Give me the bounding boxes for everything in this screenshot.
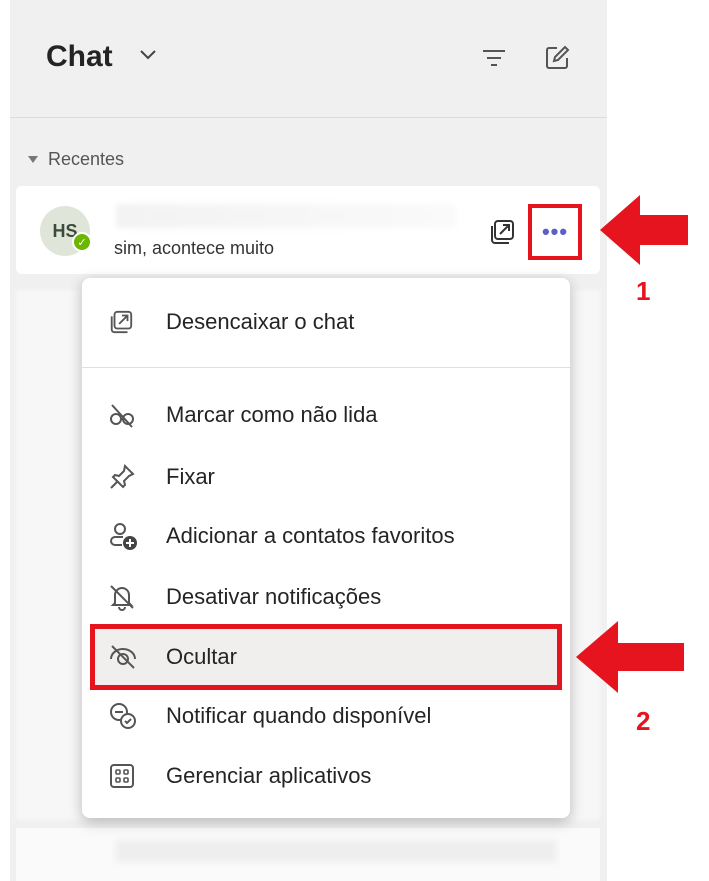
menu-item-add-favorite[interactable]: Adicionar a contatos favoritos (94, 508, 558, 564)
compose-icon[interactable] (543, 44, 571, 72)
pin-icon (110, 463, 135, 489)
menu-item-label: Fixar (166, 464, 215, 489)
annotation-arrow-1 (600, 195, 688, 265)
add-contact-icon (110, 523, 137, 550)
chat-list-item[interactable]: HS ✓ sim, acontece muito ••• (16, 186, 600, 274)
apps-icon (110, 764, 134, 788)
section-label: Recentes (48, 149, 125, 169)
section-recentes[interactable]: Recentes (28, 149, 124, 170)
menu-item-label: Marcar como não lida (166, 402, 378, 427)
bell-off-icon (110, 585, 134, 611)
menu-item-mute[interactable]: Desativar notificações (94, 569, 558, 625)
menu-item-pop-out[interactable]: Desencaixar o chat (94, 294, 558, 350)
pop-out-icon (110, 310, 133, 334)
header-divider (10, 117, 607, 118)
menu-item-hide[interactable]: Ocultar (90, 624, 562, 690)
menu-item-label: Ocultar (166, 644, 237, 669)
menu-item-label: Gerenciar aplicativos (166, 763, 372, 788)
annotation-arrow-2 (576, 621, 684, 693)
chat-name-blurred (116, 204, 456, 228)
chat-preview: sim, acontece muito (114, 238, 275, 258)
menu-item-mark-unread[interactable]: Marcar como não lida (94, 387, 558, 443)
page-title: Chat (46, 40, 113, 73)
menu-item-pin[interactable]: Fixar (94, 449, 558, 505)
chat-name-blurred (116, 840, 556, 862)
menu-item-label: Notificar quando disponível (166, 703, 432, 728)
presence-available-icon: ✓ (72, 232, 92, 252)
menu-item-manage-apps[interactable]: Gerenciar aplicativos (94, 748, 558, 804)
context-menu: Desencaixar o chat Marcar como não lida … (82, 278, 570, 818)
notify-available-icon (110, 703, 136, 729)
menu-item-notify-available[interactable]: Notificar quando disponível (94, 688, 558, 744)
filter-icon[interactable] (480, 44, 508, 72)
menu-item-label: Desativar notificações (166, 584, 382, 609)
chat-list-item[interactable] (16, 828, 600, 881)
collapse-icon (28, 156, 38, 163)
unread-icon (110, 404, 134, 428)
annotation-step-2: 2 (636, 706, 651, 736)
menu-divider (82, 367, 570, 368)
menu-item-label: Adicionar a contatos favoritos (166, 523, 455, 548)
menu-item-label: Desencaixar o chat (166, 309, 355, 334)
pop-out-icon[interactable] (488, 218, 516, 246)
chevron-down-icon[interactable] (138, 48, 158, 62)
annotation-step-1: 1 (636, 276, 651, 306)
more-options-button[interactable]: ••• (528, 204, 582, 260)
eye-off-icon (110, 645, 136, 669)
